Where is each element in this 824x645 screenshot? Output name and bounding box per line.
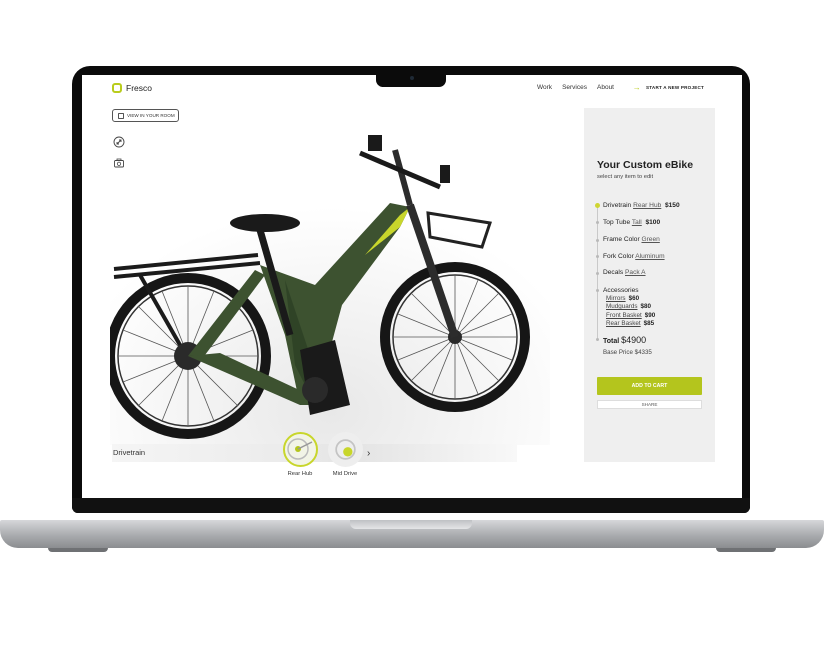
option-mid-drive[interactable]: [328, 432, 363, 467]
timeline-dot: [596, 221, 599, 224]
total-value: $4900: [621, 335, 647, 345]
top-nav: Work Services About: [537, 84, 614, 91]
ar-cube-icon: [118, 112, 124, 119]
timeline-dot: [596, 338, 599, 341]
accessories-label: Accessories: [603, 287, 639, 294]
config-item-fork-color[interactable]: Fork Color Aluminum: [603, 253, 665, 260]
nav-services[interactable]: Services: [562, 84, 587, 91]
accessory-mirrors[interactable]: Mirrors $60: [606, 295, 639, 302]
start-project-label: START A NEW PROJECT: [646, 85, 704, 90]
laptop-base-notch: [350, 520, 472, 529]
add-to-cart-button[interactable]: ADD TO CART: [597, 377, 702, 395]
expand-icon[interactable]: [113, 136, 125, 148]
view-in-room-label: VIEW IN YOUR ROOM: [127, 113, 175, 118]
laptop-foot-left: [48, 548, 108, 552]
rear-hub-icon: [287, 438, 313, 460]
option-rear-hub-label: Rear Hub: [287, 471, 313, 477]
config-item-frame-color[interactable]: Frame Color Green: [603, 236, 660, 243]
base-price: Base Price $4335: [603, 349, 652, 356]
option-rear-hub[interactable]: [283, 432, 318, 467]
timeline-dot: [596, 255, 599, 258]
option-mid-drive-label: Mid Drive: [332, 471, 358, 477]
laptop-foot-right: [716, 548, 776, 552]
accessory-mudguards[interactable]: Mudguards $80: [606, 303, 651, 310]
panel-title: Your Custom eBike: [597, 159, 694, 171]
arrow-right-icon: →: [632, 83, 641, 92]
total: Total $4900: [603, 335, 646, 345]
timeline-dot: [596, 272, 599, 275]
share-button[interactable]: SHARE: [597, 400, 702, 409]
total-label: Total: [603, 338, 620, 345]
camera-notch: [376, 70, 446, 87]
camera-icon[interactable]: [113, 157, 125, 169]
accessory-front-basket[interactable]: Front Basket $90: [606, 312, 655, 319]
accessory-rear-basket[interactable]: Rear Basket $85: [606, 320, 654, 327]
view-in-room-button[interactable]: VIEW IN YOUR ROOM: [112, 109, 179, 122]
nav-work[interactable]: Work: [537, 84, 552, 91]
crankset: [302, 377, 328, 403]
screen: Fresco Work Services About → START A NEW…: [82, 75, 742, 498]
nav-about[interactable]: About: [597, 84, 614, 91]
chevron-right-icon[interactable]: ›: [367, 448, 370, 459]
webcam: [410, 76, 414, 80]
timeline-dot-active: [595, 203, 600, 208]
laptop-chin: [72, 498, 750, 513]
timeline-dot: [596, 289, 599, 292]
start-project-link[interactable]: → START A NEW PROJECT: [632, 83, 704, 92]
config-item-decals[interactable]: Decals Pack A: [603, 269, 646, 276]
logo-icon: [112, 83, 122, 93]
logo-text: Fresco: [126, 83, 152, 93]
saddle: [230, 214, 300, 232]
config-item-top-tube[interactable]: Top Tube Tall $100: [603, 219, 660, 226]
bike-viewer[interactable]: [110, 105, 550, 445]
timeline-dot: [596, 239, 599, 242]
category-label: Drivetrain: [113, 448, 146, 457]
logo[interactable]: Fresco: [112, 83, 152, 93]
panel-subtitle: select any item to edit: [597, 174, 654, 180]
mid-drive-icon: [335, 439, 356, 460]
config-item-drivetrain[interactable]: Drivetrain Rear Hub $150: [603, 202, 680, 209]
config-panel: Your Custom eBike select any item to edi…: [584, 108, 715, 462]
